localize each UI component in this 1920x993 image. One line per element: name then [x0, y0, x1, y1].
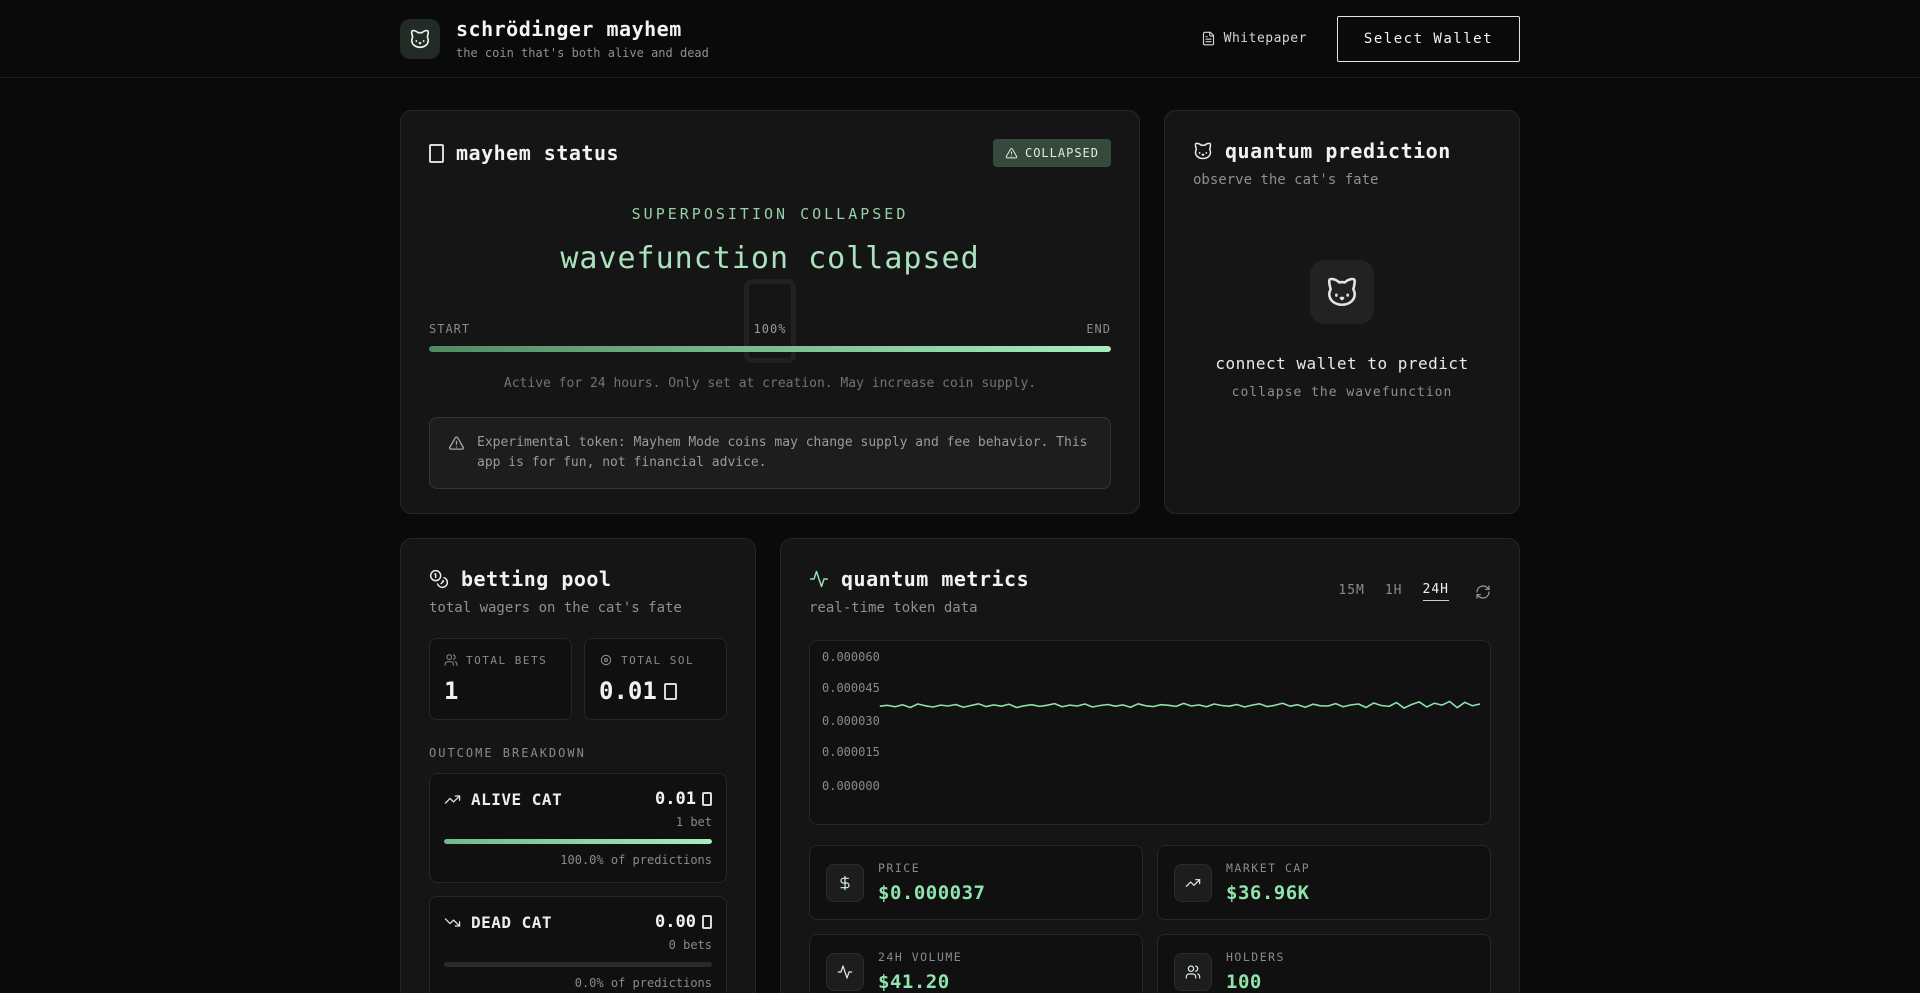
- trending-down-icon: [444, 914, 461, 931]
- big-cat-tile: [1310, 260, 1374, 324]
- prediction-card-title: quantum prediction: [1225, 139, 1451, 163]
- sol-glyph: [702, 792, 712, 806]
- dollar-icon: [826, 864, 864, 902]
- dead-cat-bets: 0 bets: [444, 938, 712, 952]
- warning-icon: [448, 435, 465, 452]
- dead-cat-label: DEAD CAT: [471, 913, 552, 932]
- volume-value: $41.20: [878, 971, 962, 993]
- outcome-alive-cat: ALIVE CAT 0.01 1 bet 100.0% of predictio…: [429, 773, 727, 883]
- app-subtitle: the coin that's both alive and dead: [456, 46, 709, 60]
- select-wallet-button[interactable]: Select Wallet: [1337, 16, 1520, 62]
- alive-amount-text: 0.01: [655, 789, 696, 809]
- activity-icon: [826, 953, 864, 991]
- quantum-metrics-card: quantum metrics real-time token data 15M…: [780, 538, 1520, 993]
- users-icon: [444, 653, 458, 667]
- disclaimer-box: Experimental token: Mayhem Mode coins ma…: [429, 417, 1111, 489]
- trending-up-icon: [1174, 864, 1212, 902]
- connect-wallet-cta: connect wallet to predict: [1215, 354, 1468, 373]
- status-card-title: mayhem status: [456, 141, 619, 165]
- whitepaper-link[interactable]: Whitepaper: [1201, 31, 1307, 46]
- trending-up-icon: [444, 791, 461, 808]
- cat-icon: [1193, 141, 1213, 161]
- metric-box-price: PRICE $0.000037: [809, 845, 1143, 920]
- status-glyph-icon: [429, 144, 444, 163]
- progress-percent-label: 100%: [754, 322, 787, 336]
- metrics-card-title: quantum metrics: [841, 567, 1029, 591]
- metric-box-holders: HOLDERS 100: [1157, 934, 1491, 993]
- metric-box-market-cap: MARKET CAP $36.96K: [1157, 845, 1491, 920]
- status-progress-bar: [429, 346, 1111, 352]
- status-caption: Active for 24 hours. Only set at creatio…: [429, 376, 1111, 391]
- alive-cat-percent: 100.0% of predictions: [444, 853, 712, 867]
- app-title: schrödinger mayhem: [456, 17, 709, 41]
- dead-amount-text: 0.00: [655, 912, 696, 932]
- total-bets-value: 1: [444, 677, 557, 705]
- price-chart: 0.000060 0.000045 0.000030 0.000015 0.00…: [809, 640, 1491, 825]
- holders-label: HOLDERS: [1226, 950, 1285, 964]
- status-headline: wavefunction collapsed: [429, 241, 1111, 276]
- main-content: mayhem status COLLAPSED SUPERPOSITION CO…: [400, 78, 1520, 993]
- outcome-dead-cat: DEAD CAT 0.00 0 bets 0.0% of predictions: [429, 896, 727, 993]
- betting-card-title: betting pool: [461, 567, 612, 591]
- metric-box-volume: 24H VOLUME $41.20: [809, 934, 1143, 993]
- alive-cat-amount: 0.01: [655, 789, 712, 809]
- alive-cat-bets: 1 bet: [444, 815, 712, 829]
- document-icon: [1201, 31, 1216, 46]
- total-sol-stat: TOTAL SOL 0.01: [584, 638, 727, 720]
- warning-icon: [1005, 147, 1018, 160]
- app-logo: [400, 19, 440, 59]
- dead-cat-amount: 0.00: [655, 912, 712, 932]
- volume-label: 24H VOLUME: [878, 950, 962, 964]
- outcome-breakdown-label: OUTCOME BREAKDOWN: [429, 746, 727, 760]
- betting-pool-card: betting pool total wagers on the cat's f…: [400, 538, 756, 993]
- market-cap-label: MARKET CAP: [1226, 861, 1310, 875]
- alive-cat-bar-fill: [444, 839, 712, 844]
- coins-icon: [429, 569, 449, 589]
- price-label: PRICE: [878, 861, 985, 875]
- metrics-card-subtitle: real-time token data: [809, 600, 1029, 616]
- disclaimer-text: Experimental token: Mayhem Mode coins ma…: [477, 433, 1092, 473]
- dead-cat-bar: [444, 962, 712, 967]
- progress-end-label: END: [1086, 322, 1111, 336]
- range-button-24h[interactable]: 24H: [1423, 582, 1449, 601]
- total-bets-label: TOTAL BETS: [466, 654, 547, 667]
- status-badge: COLLAPSED: [993, 139, 1111, 167]
- status-badge-label: COLLAPSED: [1025, 146, 1099, 160]
- cat-icon: [409, 28, 431, 50]
- refresh-button[interactable]: [1475, 584, 1491, 600]
- holders-value: 100: [1226, 971, 1285, 993]
- dead-cat-percent: 0.0% of predictions: [444, 976, 712, 990]
- mayhem-status-card: mayhem status COLLAPSED SUPERPOSITION CO…: [400, 110, 1140, 514]
- range-button-15m[interactable]: 15M: [1338, 583, 1364, 601]
- sol-glyph: [702, 915, 712, 929]
- whitepaper-label: Whitepaper: [1224, 31, 1307, 46]
- total-bets-stat: TOTAL BETS 1: [429, 638, 572, 720]
- betting-card-subtitle: total wagers on the cat's fate: [429, 600, 727, 616]
- progress-start-label: START: [429, 322, 470, 336]
- total-sol-amount: 0.01: [599, 677, 657, 705]
- alive-cat-bar: [444, 839, 712, 844]
- app-header: schrödinger mayhem the coin that's both …: [0, 0, 1920, 78]
- quantum-prediction-card: quantum prediction observe the cat's fat…: [1164, 110, 1520, 514]
- sol-icon: [599, 653, 613, 667]
- superposition-label: SUPERPOSITION COLLAPSED: [429, 205, 1111, 223]
- total-sol-label: TOTAL SOL: [621, 654, 694, 667]
- activity-icon: [809, 569, 829, 589]
- price-line-series: [810, 641, 1490, 824]
- users-icon: [1174, 953, 1212, 991]
- alive-cat-label: ALIVE CAT: [471, 790, 562, 809]
- refresh-icon: [1475, 584, 1491, 600]
- sol-glyph: [664, 683, 677, 700]
- connect-wallet-cta-sub: collapse the wavefunction: [1232, 385, 1453, 400]
- range-button-1h[interactable]: 1H: [1385, 583, 1403, 601]
- cat-icon: [1325, 275, 1359, 309]
- price-value: $0.000037: [878, 882, 985, 904]
- market-cap-value: $36.96K: [1226, 882, 1310, 904]
- total-sol-value: 0.01: [599, 677, 712, 705]
- status-progress-fill: [429, 346, 1111, 352]
